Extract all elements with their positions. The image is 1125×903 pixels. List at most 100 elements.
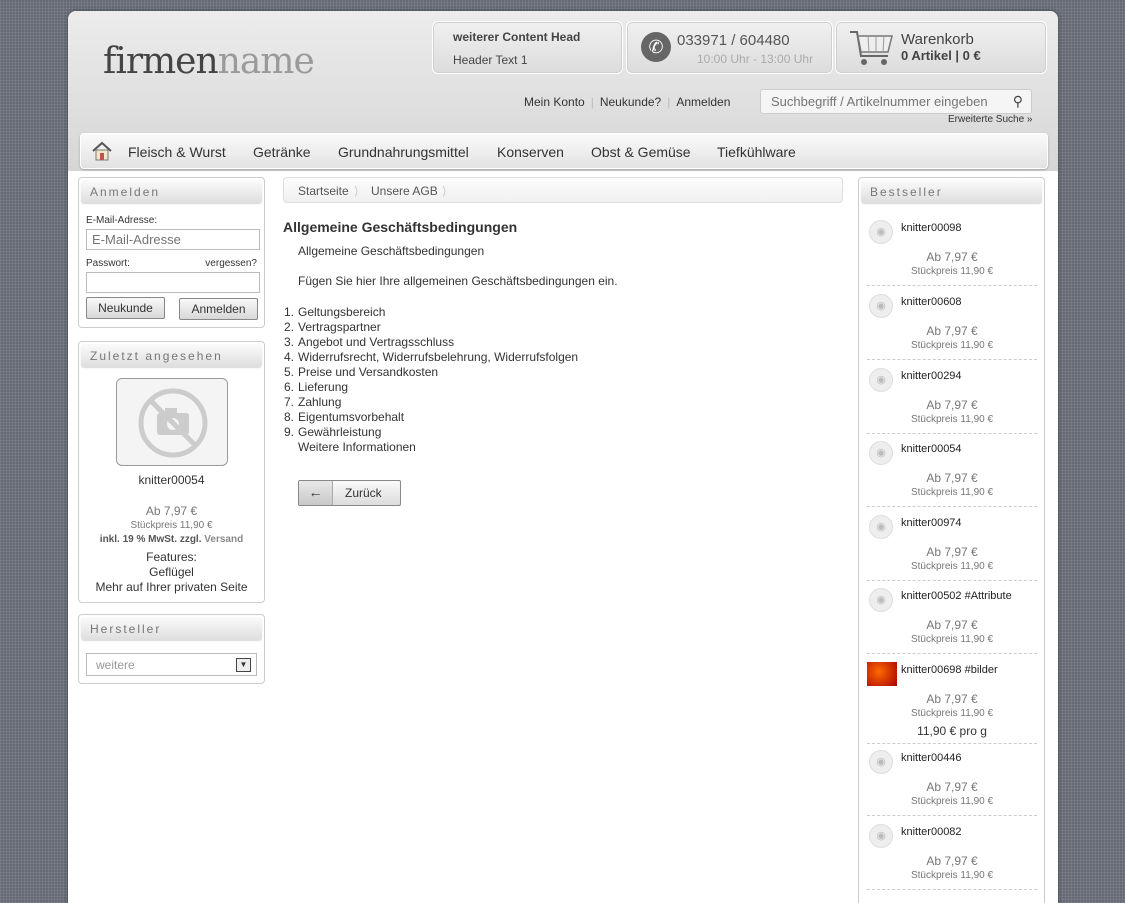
- bestseller-unit-price: Stückpreis 11,90 €: [910, 870, 994, 881]
- new-customer-link[interactable]: Neukunde?: [594, 95, 667, 109]
- bestseller-price: Ab 7,97 €: [926, 324, 978, 338]
- bestseller-price: Ab 7,97 €: [926, 618, 978, 632]
- camera-icon: ◉: [869, 220, 893, 244]
- breadcrumb-separator: ⟩: [354, 184, 359, 198]
- features-label: Features:: [146, 550, 197, 564]
- bestseller-name[interactable]: knitter00502 #Attribute: [901, 590, 1012, 602]
- home-icon[interactable]: [91, 141, 113, 161]
- cart-box[interactable]: Warenkorb 0 Artikel | 0 €: [835, 21, 1047, 74]
- manufacturer-selected: weitere: [96, 658, 135, 672]
- unit-price: Stückpreis 11,90 €: [130, 520, 213, 531]
- main-nav: Fleisch & Wurst Getränke Grundnahrungsmi…: [80, 133, 1048, 169]
- login-link[interactable]: Anmelden: [670, 95, 736, 109]
- password-field[interactable]: [86, 272, 260, 293]
- arrow-left-icon: ←: [299, 481, 333, 505]
- login-box-title: Anmelden: [81, 180, 262, 203]
- bestseller-name[interactable]: knitter00446: [901, 752, 962, 764]
- header-content-head: weiterer Content Head: [453, 30, 581, 44]
- page-intro: Fügen Sie hier Ihre allgemeinen Geschäft…: [298, 274, 618, 288]
- manufacturer-box: Hersteller weitere ▼: [78, 614, 265, 684]
- new-customer-button[interactable]: Neukunde: [86, 297, 165, 319]
- shopping-cart-icon: [850, 31, 893, 65]
- list-item[interactable]: ◉ knitter00502 #Attribute Ab 7,97 € Stüc…: [867, 580, 1037, 654]
- phone-icon: ✆: [641, 32, 671, 62]
- header: firmenname weiterer Content Head Header …: [68, 11, 1058, 171]
- product-price: Ab 7,97 €: [145, 504, 198, 518]
- manufacturer-title: Hersteller: [81, 617, 262, 640]
- bestseller-name[interactable]: knitter00294: [901, 370, 962, 382]
- list-item[interactable]: knitter00698 #bilder Ab 7,97 € Stückprei…: [867, 654, 1037, 744]
- tax-text: inkl. 19 % MwSt. zzgl.: [99, 534, 202, 545]
- product-image-placeholder[interactable]: [116, 378, 228, 466]
- list-item[interactable]: ◉ knitter00054 Ab 7,97 € Stückpreis 11,9…: [867, 433, 1037, 507]
- bestseller-name[interactable]: knitter00698 #bilder: [901, 664, 998, 676]
- camera-icon: ◉: [869, 368, 893, 392]
- my-account-link[interactable]: Mein Konto: [518, 95, 591, 109]
- login-button[interactable]: Anmelden: [179, 298, 258, 320]
- bestseller-price: Ab 7,97 €: [926, 545, 978, 559]
- header-content-box: weiterer Content Head Header Text 1: [432, 21, 623, 74]
- recently-viewed-title: Zuletzt angesehen: [81, 344, 262, 367]
- logo[interactable]: firmenname: [103, 41, 315, 82]
- shipping-link[interactable]: Versand: [204, 534, 243, 545]
- login-box: Anmelden E-Mail-Adresse: Passwort: verge…: [78, 177, 265, 328]
- nav-item-obst-gemuese[interactable]: Obst & Gemüse: [591, 144, 691, 160]
- bestseller-name[interactable]: knitter00054: [901, 443, 962, 455]
- search-box: ⚲: [760, 89, 1032, 114]
- no-image-icon: [138, 388, 208, 458]
- list-item[interactable]: ◉ knitter00608 Ab 7,97 € Stückpreis 11,9…: [867, 286, 1037, 360]
- camera-icon: ◉: [869, 824, 893, 848]
- tax-info: inkl. 19 % MwSt. zzgl. Versand: [79, 534, 264, 545]
- bestseller-price: Ab 7,97 €: [926, 250, 978, 264]
- list-item[interactable]: ◉ knitter00974 Ab 7,97 € Stückpreis 11,9…: [867, 507, 1037, 581]
- back-button-label: Zurück: [345, 486, 382, 500]
- back-button[interactable]: ← Zurück: [298, 480, 401, 506]
- page-title: Allgemeine Geschäftsbedingungen: [283, 219, 518, 235]
- email-field[interactable]: [86, 229, 260, 250]
- breadcrumb: Startseite ⟩ Unsere AGB ⟩: [283, 177, 843, 203]
- bestseller-unit-price: Stückpreis 11,90 €: [910, 487, 994, 498]
- breadcrumb-separator: ⟩: [442, 184, 447, 198]
- nav-item-tiefkuehlware[interactable]: Tiefkühlware: [717, 144, 796, 160]
- bestseller-name[interactable]: knitter00082: [901, 826, 962, 838]
- bestseller-price: Ab 7,97 €: [926, 398, 978, 412]
- page-subtitle: Allgemeine Geschäftsbedingungen: [298, 244, 485, 258]
- camera-icon: ◉: [869, 441, 893, 465]
- forgot-password-link[interactable]: vergessen?: [205, 258, 257, 269]
- nav-item-konserven[interactable]: Konserven: [497, 144, 564, 160]
- search-input[interactable]: [761, 90, 1001, 113]
- header-phone-box: ✆ 033971 / 604480 10:00 Uhr - 13:00 Uhr: [626, 21, 833, 74]
- list-item[interactable]: ◉ knitter00082 Ab 7,97 € Stückpreis 11,9…: [867, 816, 1037, 890]
- camera-icon: ◉: [869, 515, 893, 539]
- bestseller-name[interactable]: knitter00098: [901, 222, 962, 234]
- bestseller-unit-price: Stückpreis 11,90 €: [910, 634, 994, 645]
- bestseller-base-price: 11,90 € pro g: [917, 724, 987, 738]
- manufacturer-select[interactable]: weitere ▼: [86, 653, 257, 676]
- bestseller-name[interactable]: knitter00974: [901, 517, 962, 529]
- list-item[interactable]: ◉ knitter00446 Ab 7,97 € Stückpreis 11,9…: [867, 742, 1037, 816]
- bestseller-price: Ab 7,97 €: [926, 471, 978, 485]
- camera-icon: ◉: [869, 750, 893, 774]
- bestseller-unit-price: Stückpreis 11,90 €: [910, 796, 994, 807]
- breadcrumb-startseite[interactable]: Startseite: [298, 184, 349, 198]
- nav-item-grundnahrungsmittel[interactable]: Grundnahrungsmittel: [338, 144, 469, 160]
- nav-item-getraenke[interactable]: Getränke: [253, 144, 311, 160]
- bestseller-name[interactable]: knitter00608: [901, 296, 962, 308]
- opening-hours: 10:00 Uhr - 13:00 Uhr: [697, 52, 814, 66]
- bestseller-title: Bestseller: [861, 180, 1042, 203]
- password-label: Passwort:: [86, 258, 130, 269]
- product-name[interactable]: knitter00054: [79, 473, 264, 487]
- search-icon[interactable]: ⚲: [1013, 93, 1023, 110]
- chevron-down-icon[interactable]: ▼: [236, 658, 251, 672]
- more-info-link[interactable]: Mehr auf Ihrer privaten Seite: [79, 580, 264, 594]
- product-thumbnail: [867, 662, 897, 686]
- header-content-text: Header Text 1: [453, 53, 528, 67]
- bestseller-price: Ab 7,97 €: [926, 780, 978, 794]
- list-item[interactable]: ◉ knitter00294 Ab 7,97 € Stückpreis 11,9…: [867, 360, 1037, 434]
- advanced-search-link[interactable]: Erweiterte Suche »: [948, 114, 1033, 125]
- breadcrumb-agb[interactable]: Unsere AGB: [371, 184, 438, 198]
- list-item[interactable]: ◉ knitter00098 Ab 7,97 € Stückpreis 11,9…: [867, 212, 1037, 286]
- email-label: E-Mail-Adresse:: [86, 215, 158, 226]
- nav-item-fleisch-wurst[interactable]: Fleisch & Wurst: [128, 144, 226, 160]
- bestseller-price: Ab 7,97 €: [926, 854, 978, 868]
